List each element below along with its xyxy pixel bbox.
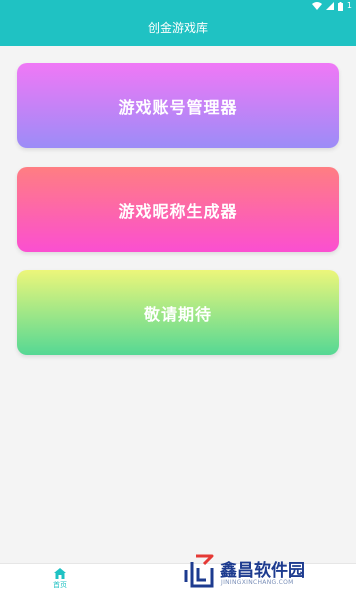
- watermark-logo-icon: [184, 554, 214, 588]
- game-nickname-generator-card[interactable]: 游戏昵称生成器: [17, 167, 339, 252]
- coming-soon-card[interactable]: 敬请期待: [17, 270, 339, 355]
- watermark-name: 鑫昌软件园: [220, 561, 305, 581]
- wifi-icon: [311, 2, 322, 10]
- card-label: 游戏昵称生成器: [118, 201, 238, 221]
- card-label: 游戏账号管理器: [118, 97, 238, 117]
- watermark-url: JININGXINCHANG.COM: [221, 579, 294, 586]
- page-title: 创金游戏库: [147, 21, 208, 35]
- card-label: 敬请期待: [143, 304, 212, 324]
- watermark: 鑫昌软件园 JININGXINCHANG.COM: [180, 548, 356, 596]
- app-header: 1 创金游戏库: [0, 0, 356, 46]
- battery-level-text: 1: [346, 1, 352, 10]
- game-account-manager-card[interactable]: 游戏账号管理器: [17, 63, 339, 148]
- home-icon: [54, 568, 66, 579]
- status-bar: 1: [311, 0, 352, 12]
- battery-icon: [337, 1, 343, 11]
- nav-home-tab[interactable]: 首页: [46, 568, 74, 590]
- signal-icon: [325, 2, 334, 10]
- app-screen: 1 创金游戏库 游戏账号管理器 游戏昵称生成器 敬请期待 首页 鑫昌软件园 JI…: [0, 0, 356, 596]
- nav-home-label: 首页: [53, 581, 67, 589]
